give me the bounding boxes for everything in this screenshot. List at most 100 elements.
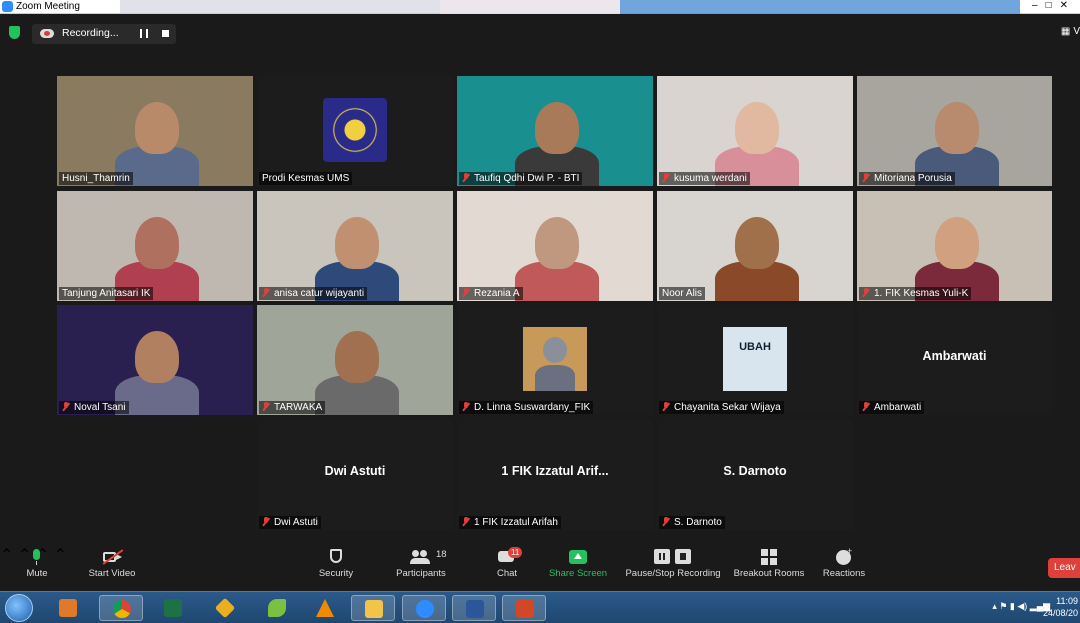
participant-name: 1. FIK Kesmas Yuli-K [874,288,969,299]
zoom-logo-icon [2,1,13,12]
participant-tile[interactable]: Mitoriana Porusia [857,76,1052,186]
participant-tile[interactable]: anisa catur wijayanti [257,191,453,301]
participant-name: Noor Alis [662,288,703,299]
participant-name: Chayanita Sekar Wijaya [674,402,781,413]
share-options-chevron-icon[interactable]: ⌃ [54,547,67,564]
meeting-area: Recording... ▦ V Husni_Thamrin Prodi Kesma… [0,14,1080,545]
participant-name: D. Linna Suswardany_FIK [474,402,591,413]
participant-name: Taufiq Qdhi Dwi P. - BTI [474,173,580,184]
pause-stop-icon [654,549,692,565]
breakout-rooms-icon [760,549,778,565]
taskbar-word-icon[interactable] [452,595,496,621]
taskbar-clock[interactable]: 11:09 24/08/20 [1043,595,1078,619]
mute-button[interactable]: Mute [22,549,52,579]
participant-tile[interactable]: Husni_Thamrin [57,76,253,186]
taskbar-file-explorer-icon[interactable] [351,595,395,621]
participant-name: 1 FIK Izzatul Arifah [474,517,558,528]
share-screen-icon [569,549,587,565]
chat-unread-badge: 11 [508,547,523,558]
participants-button[interactable]: 18 Participants [394,549,448,579]
chat-button[interactable]: 11 Chat [492,547,523,579]
participant-tile[interactable]: Tanjung Anitasari IK [57,191,253,301]
taskbar-media-player-icon[interactable] [46,595,90,621]
participant-face [935,217,979,269]
profile-picture: UBAH [723,327,787,391]
mute-options-chevron-icon[interactable]: ⌃ [0,547,13,564]
participant-tile[interactable]: Ambarwati Ambarwati [857,305,1052,415]
system-tray[interactable]: ▴ ⚑ ▮ ◀) ▂▄▆ [992,601,1050,612]
shield-icon [327,549,345,565]
participant-tile[interactable]: Prodi Kesmas UMS [257,76,453,186]
university-logo [323,98,387,162]
participant-name-tag: Rezania A [459,287,523,300]
muted-microphone-icon [62,402,70,411]
participant-face [735,102,779,154]
profile-picture [523,327,587,391]
participant-tile[interactable]: UBAH Chayanita Sekar Wijaya [657,305,853,415]
participant-tile[interactable]: kusuma werdani [657,76,853,186]
taskbar-chrome-icon[interactable] [99,595,143,621]
participant-tile[interactable]: 1 FIK Izzatul Arif... 1 FIK Izzatul Arifa… [457,420,653,530]
reactions-button[interactable]: + Reactions [820,546,868,579]
participant-tile[interactable]: Taufiq Qdhi Dwi P. - BTI [457,76,653,186]
view-button[interactable]: ▦ V [1061,26,1080,37]
participant-display-name: S. Darnoto [723,464,787,478]
window-controls[interactable]: –□✕ [1032,0,1076,11]
participants-count: 18 [436,549,447,560]
windows-taskbar: ▴ ⚑ ▮ ◀) ▂▄▆ 11:09 24/08/20 [0,591,1080,623]
participant-name-tag: anisa catur wijayanti [259,287,368,300]
participant-name: TARWAKA [274,402,323,413]
participant-tile[interactable]: 1. FIK Kesmas Yuli-K [857,191,1052,301]
participants-label: Participants [396,568,446,579]
windows-start-icon[interactable] [5,594,33,622]
pause-recording-icon[interactable] [140,29,148,38]
participant-face [935,102,979,154]
participant-name-tag: 1. FIK Kesmas Yuli-K [859,287,972,300]
video-off-icon [102,549,124,565]
breakout-rooms-label: Breakout Rooms [733,568,805,579]
share-screen-button[interactable]: Share Screen [548,549,608,579]
participant-tile[interactable]: S. Darnoto S. Darnoto [657,420,853,530]
taskbar-powerpoint-icon[interactable] [502,595,546,621]
participant-name-tag: kusuma werdani [659,172,750,185]
muted-microphone-icon [262,288,270,297]
stop-recording-icon[interactable] [162,30,169,37]
participant-tile[interactable]: Rezania A [457,191,653,301]
participant-tile[interactable]: Noor Alis [657,191,853,301]
participant-display-name: Dwi Astuti [324,464,386,478]
background-window-strip [440,0,620,14]
participant-tile[interactable]: Noval Tsani [57,305,253,415]
participant-tile[interactable]: D. Linna Suswardany_FIK [457,305,653,415]
recording-label: Recording... [62,27,119,39]
pause-stop-recording-button[interactable]: Pause/Stop Recording [624,549,722,579]
participant-tile[interactable]: Dwi Astuti Dwi Astuti [257,420,453,530]
pause-recording-label: Pause/Stop Recording [625,568,721,579]
participant-face [735,217,779,269]
participant-name: Tanjung Anitasari IK [62,288,151,299]
muted-microphone-icon [662,402,670,411]
taskbar-zoom-icon[interactable] [402,595,446,621]
share-screen-label: Share Screen [548,568,608,579]
breakout-rooms-button[interactable]: Breakout Rooms [732,549,806,579]
taskbar-vlc-icon[interactable] [303,595,347,621]
participant-name-tag: 1 FIK Izzatul Arifah [459,516,561,529]
participant-name-tag: Prodi Kesmas UMS [259,172,353,185]
muted-microphone-icon [862,288,870,297]
participant-name: Rezania A [474,288,520,299]
security-button[interactable]: Security [316,549,356,579]
taskbar-app-yellow-icon[interactable] [203,595,247,621]
taskbar-excel-icon[interactable] [151,595,195,621]
cloud-record-icon [40,29,54,38]
muted-microphone-icon [662,173,670,182]
participant-name-tag: Husni_Thamrin [59,172,133,185]
participant-name: Dwi Astuti [274,517,318,528]
leave-button[interactable]: Leav [1048,558,1080,578]
participant-tile[interactable]: TARWAKA [257,305,453,415]
start-video-button[interactable]: Start Video [86,549,138,579]
encryption-shield-icon[interactable] [9,26,20,39]
muted-microphone-icon [262,402,270,411]
taskbar-app-green-icon[interactable] [255,595,299,621]
participant-name-tag: Ambarwati [859,401,925,414]
participant-face [135,102,179,154]
participant-name-tag: Noor Alis [659,287,706,300]
